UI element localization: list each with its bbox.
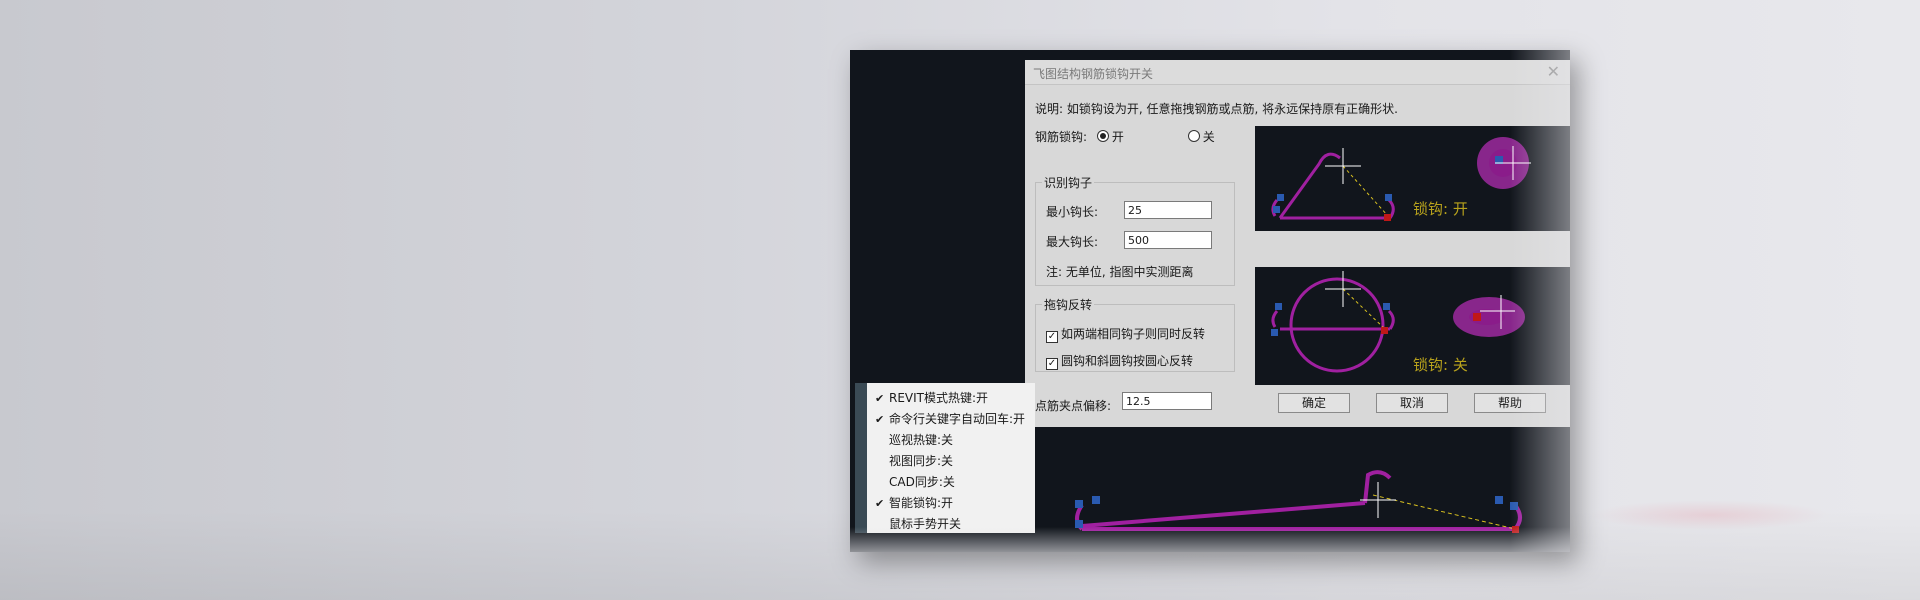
identify-hook-group: 识别钩子 最小钩长: 25 最大钩长: 500 注: 无单位, 指图中实测距离 bbox=[1035, 174, 1235, 286]
lock-off-radio[interactable]: 关 bbox=[1187, 130, 1215, 144]
check-icon: ✔ bbox=[875, 497, 885, 510]
flip-both-checkbox[interactable]: ✓ 如两端相同钩子则同时反转 bbox=[1046, 325, 1205, 343]
unit-note: 注: 无单位, 指图中实测距离 bbox=[1046, 265, 1194, 279]
max-hook-input[interactable]: 500 bbox=[1124, 231, 1212, 249]
cancel-button[interactable]: 取消 bbox=[1376, 393, 1448, 413]
flip-center-label: 圆钩和斜圆钩按圆心反转 bbox=[1061, 354, 1194, 368]
ok-button[interactable]: 确定 bbox=[1278, 393, 1350, 413]
flip-center-checkbox[interactable]: ✓ 圆钩和斜圆钩按圆心反转 bbox=[1046, 352, 1193, 370]
menu-item-label: CAD同步:关 bbox=[889, 475, 955, 489]
checkbox-checked-icon: ✓ bbox=[1046, 358, 1058, 370]
offset-input[interactable]: 12.5 bbox=[1122, 392, 1212, 410]
lock-on-radio[interactable]: 开 bbox=[1096, 130, 1124, 144]
offset-label: 点筋夹点偏移: bbox=[1035, 399, 1112, 413]
menu-item-smart-lock[interactable]: ✔ 智能锁钩:开 bbox=[875, 493, 953, 513]
check-icon: ✔ bbox=[875, 392, 885, 405]
menu-item-view-sync[interactable]: 视图同步:关 bbox=[875, 451, 953, 471]
menu-item-patrol-hotkey[interactable]: 巡视热键:关 bbox=[875, 430, 953, 450]
floor-shadow bbox=[1590, 500, 1830, 530]
screen-bottom-fade bbox=[850, 527, 1570, 552]
lock-option-row: 钢筋锁钩: 开 关 bbox=[1035, 128, 1215, 145]
menu-item-label: 巡视热键:关 bbox=[889, 433, 954, 447]
menu-item-label: 命令行关键字自动回车:开 bbox=[889, 412, 1026, 426]
lock-off-label: 关 bbox=[1202, 130, 1215, 144]
flip-group-title: 拖钩反转 bbox=[1042, 296, 1095, 313]
preview-on-label: 锁钩: 开 bbox=[1413, 200, 1468, 218]
menu-item-label: 智能锁钩:开 bbox=[889, 496, 954, 510]
min-hook-label: 最小钩长: bbox=[1046, 205, 1099, 219]
menu-item-revit-hotkey[interactable]: ✔ REVIT模式热键:开 bbox=[875, 388, 988, 408]
check-icon: ✔ bbox=[875, 413, 885, 426]
menu-item-cad-sync[interactable]: CAD同步:关 bbox=[875, 472, 955, 492]
lock-on-label: 开 bbox=[1111, 130, 1124, 144]
screen-edge-fade bbox=[1510, 50, 1570, 552]
max-hook-label: 最大钩长: bbox=[1046, 235, 1099, 249]
dialog-titlebar: 飞图结构钢筋锁钩开关 ✕ bbox=[1025, 60, 1570, 85]
preview-off-label: 锁钩: 关 bbox=[1413, 356, 1468, 374]
cad-screen: 飞图结构钢筋锁钩开关 ✕ 说明: 如锁钩设为开, 任意拖拽钢筋或点筋, 将永远保… bbox=[850, 50, 1570, 552]
identify-group-title: 识别钩子 bbox=[1042, 174, 1095, 191]
menu-item-label: 视图同步:关 bbox=[889, 454, 954, 468]
min-hook-input[interactable]: 25 bbox=[1124, 201, 1212, 219]
rebar-hook-lock-dialog: 飞图结构钢筋锁钩开关 ✕ 说明: 如锁钩设为开, 任意拖拽钢筋或点筋, 将永远保… bbox=[1025, 60, 1570, 427]
radio-empty-icon bbox=[1187, 130, 1200, 142]
drag-flip-group: 拖钩反转 ✓ 如两端相同钩子则同时反转 ✓ 圆钩和斜圆钩按圆心反转 bbox=[1035, 296, 1235, 372]
flip-both-label: 如两端相同钩子则同时反转 bbox=[1061, 327, 1206, 341]
menu-item-label: REVIT模式热键:开 bbox=[889, 391, 989, 405]
dialog-description: 说明: 如锁钩设为开, 任意拖拽钢筋或点筋, 将永远保持原有正确形状. bbox=[1035, 102, 1398, 116]
menu-item-auto-enter[interactable]: ✔ 命令行关键字自动回车:开 bbox=[875, 409, 1025, 429]
lock-label: 钢筋锁钩: bbox=[1035, 130, 1088, 144]
checkbox-checked-icon: ✓ bbox=[1046, 331, 1058, 343]
menu-side-strip bbox=[855, 383, 867, 533]
context-menu: ✔ REVIT模式热键:开 ✔ 命令行关键字自动回车:开 巡视热键:关 视图同步:关… bbox=[855, 383, 1035, 533]
dialog-title: 飞图结构钢筋锁钩开关 bbox=[1033, 67, 1154, 81]
radio-selected-icon bbox=[1096, 130, 1109, 142]
